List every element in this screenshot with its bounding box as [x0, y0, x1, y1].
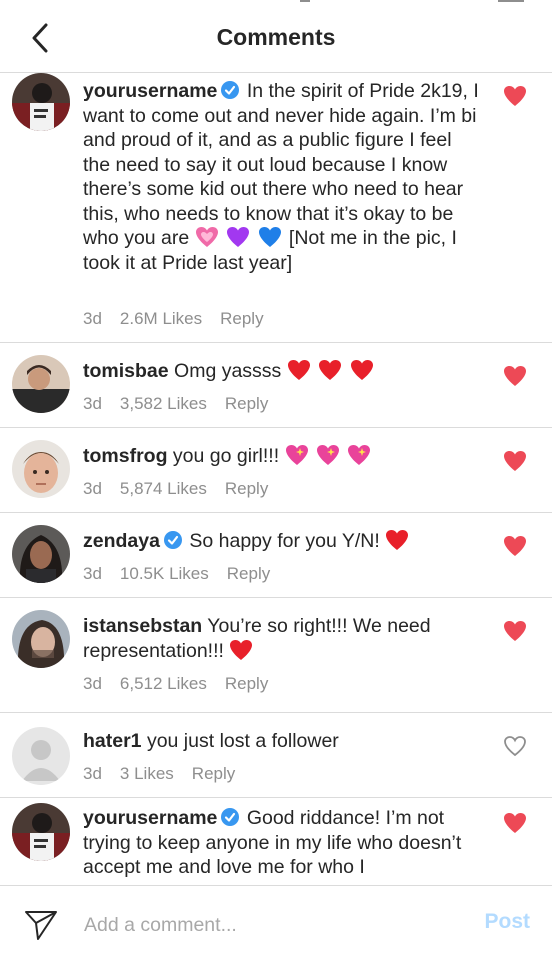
heart-icon[interactable]	[503, 85, 527, 107]
comment-username[interactable]: yourusername	[83, 807, 217, 829]
comment-meta: 3d 3 Likes Reply	[83, 764, 253, 784]
comment-list[interactable]: yourusername In the spirit of Pride 2k19…	[0, 73, 552, 885]
blue-heart-emoji-icon	[258, 227, 281, 247]
comment-body: yourusername Good riddance! I’m not tryi…	[83, 806, 483, 880]
comment-time: 3d	[83, 394, 102, 413]
comment-body: tomsfrog you go girl!!!	[83, 444, 483, 469]
comment-body: tomisbae Omg yassss	[83, 359, 483, 384]
verified-badge-icon	[163, 531, 182, 549]
comment-likes[interactable]: 3 Likes	[120, 764, 174, 783]
sparkling-heart-emoji-icon	[348, 445, 371, 465]
comment-time: 3d	[83, 764, 102, 783]
comment-likes[interactable]: 10.5K Likes	[120, 564, 209, 583]
comment-username[interactable]: hater1	[83, 730, 142, 752]
comment-time: 3d	[83, 674, 102, 693]
comment-meta: 3d 3,582 Likes Reply	[83, 394, 286, 414]
comment-body: yourusername In the spirit of Pride 2k19…	[83, 79, 483, 275]
reply-button[interactable]: Reply	[227, 564, 270, 583]
verified-badge-icon	[221, 808, 240, 826]
heart-icon[interactable]	[503, 450, 527, 472]
comment-text: Omg yassss	[174, 360, 282, 382]
comment-username[interactable]: yourusername	[83, 80, 217, 102]
comment-item: istansebstan You’re so right!!! We need …	[0, 598, 552, 713]
comment-time: 3d	[83, 479, 102, 498]
comment-likes[interactable]: 6,512 Likes	[120, 674, 207, 693]
comment-username[interactable]: zendaya	[83, 530, 160, 552]
heart-icon[interactable]	[503, 365, 527, 387]
comment-username[interactable]: tomisbae	[83, 360, 169, 382]
heart-icon[interactable]	[503, 535, 527, 557]
status-bar-remnant	[300, 0, 310, 2]
heart-icon[interactable]	[503, 812, 527, 834]
comment-meta: 3d 5,874 Likes Reply	[83, 479, 286, 499]
comment-meta: 3d 6,512 Likes Reply	[83, 674, 286, 694]
comment-item: zendaya So happy for you Y/N! 3d 10.5K Li…	[0, 513, 552, 598]
comment-likes[interactable]: 3,582 Likes	[120, 394, 207, 413]
avatar[interactable]	[12, 803, 70, 861]
comment-body: zendaya So happy for you Y/N!	[83, 529, 483, 554]
avatar[interactable]	[12, 727, 70, 785]
comment-item: yourusername In the spirit of Pride 2k19…	[0, 73, 552, 343]
paper-plane-icon[interactable]	[24, 908, 58, 942]
comment-input[interactable]	[82, 910, 446, 940]
purple-heart-emoji-icon	[227, 227, 250, 247]
reply-button[interactable]: Reply	[225, 674, 268, 693]
comment-likes[interactable]: 2.6M Likes	[120, 309, 202, 328]
heart-icon[interactable]	[503, 620, 527, 642]
comment-meta: 3d 2.6M Likes Reply	[83, 309, 282, 329]
red-heart-emoji-icon	[319, 360, 342, 380]
comment-text: So happy for you Y/N!	[189, 530, 380, 552]
comment-username[interactable]: tomsfrog	[83, 445, 168, 467]
sparkling-heart-emoji-icon	[317, 445, 339, 465]
reply-button[interactable]: Reply	[192, 764, 235, 783]
comment-username[interactable]: istansebstan	[83, 615, 202, 637]
post-button[interactable]: Post	[484, 910, 530, 934]
comment-composer: Post	[0, 885, 552, 960]
red-heart-emoji-icon	[230, 639, 253, 660]
red-heart-emoji-icon	[386, 530, 409, 550]
comment-item: yourusername Good riddance! I’m not tryi…	[0, 798, 552, 885]
comments-screen: Comments yourusername In the spirit of P…	[0, 0, 552, 960]
reply-button[interactable]: Reply	[220, 309, 263, 328]
comment-time: 3d	[83, 309, 102, 328]
red-heart-emoji-icon	[350, 360, 373, 380]
comment-item: tomsfrog you go girl!!! 3d 5,874 Likes Rep…	[0, 428, 552, 513]
comment-text: you go girl!!!	[172, 445, 280, 467]
comment-text: you just lost a follower	[146, 730, 339, 752]
red-heart-emoji-icon	[287, 360, 310, 380]
growing-heart-emoji-icon	[195, 227, 218, 247]
avatar[interactable]	[12, 73, 70, 131]
status-bar-remnant	[498, 0, 524, 2]
reply-button[interactable]: Reply	[225, 479, 268, 498]
heart-outline-icon[interactable]	[503, 735, 527, 757]
comment-text: In the spirit of Pride 2k19, I want to c…	[83, 80, 479, 249]
avatar[interactable]	[12, 440, 70, 498]
avatar[interactable]	[12, 525, 70, 583]
page-title: Comments	[216, 24, 336, 50]
sparkling-heart-emoji-icon	[285, 445, 308, 465]
header: Comments	[0, 0, 552, 73]
comment-time: 3d	[83, 564, 102, 583]
comment-likes[interactable]: 5,874 Likes	[120, 479, 207, 498]
comment-body: istansebstan You’re so right!!! We need …	[83, 614, 483, 663]
comment-item: tomisbae Omg yassss 3d 3,582 Likes Reply	[0, 343, 552, 428]
comment-meta: 3d 10.5K Likes Reply	[83, 564, 288, 584]
reply-button[interactable]: Reply	[225, 394, 268, 413]
comment-body: hater1 you just lost a follower	[83, 729, 483, 754]
avatar[interactable]	[12, 610, 70, 668]
avatar[interactable]	[12, 355, 70, 413]
comment-item: hater1 you just lost a follower 3d 3 Like…	[0, 713, 552, 798]
verified-badge-icon	[221, 81, 240, 99]
